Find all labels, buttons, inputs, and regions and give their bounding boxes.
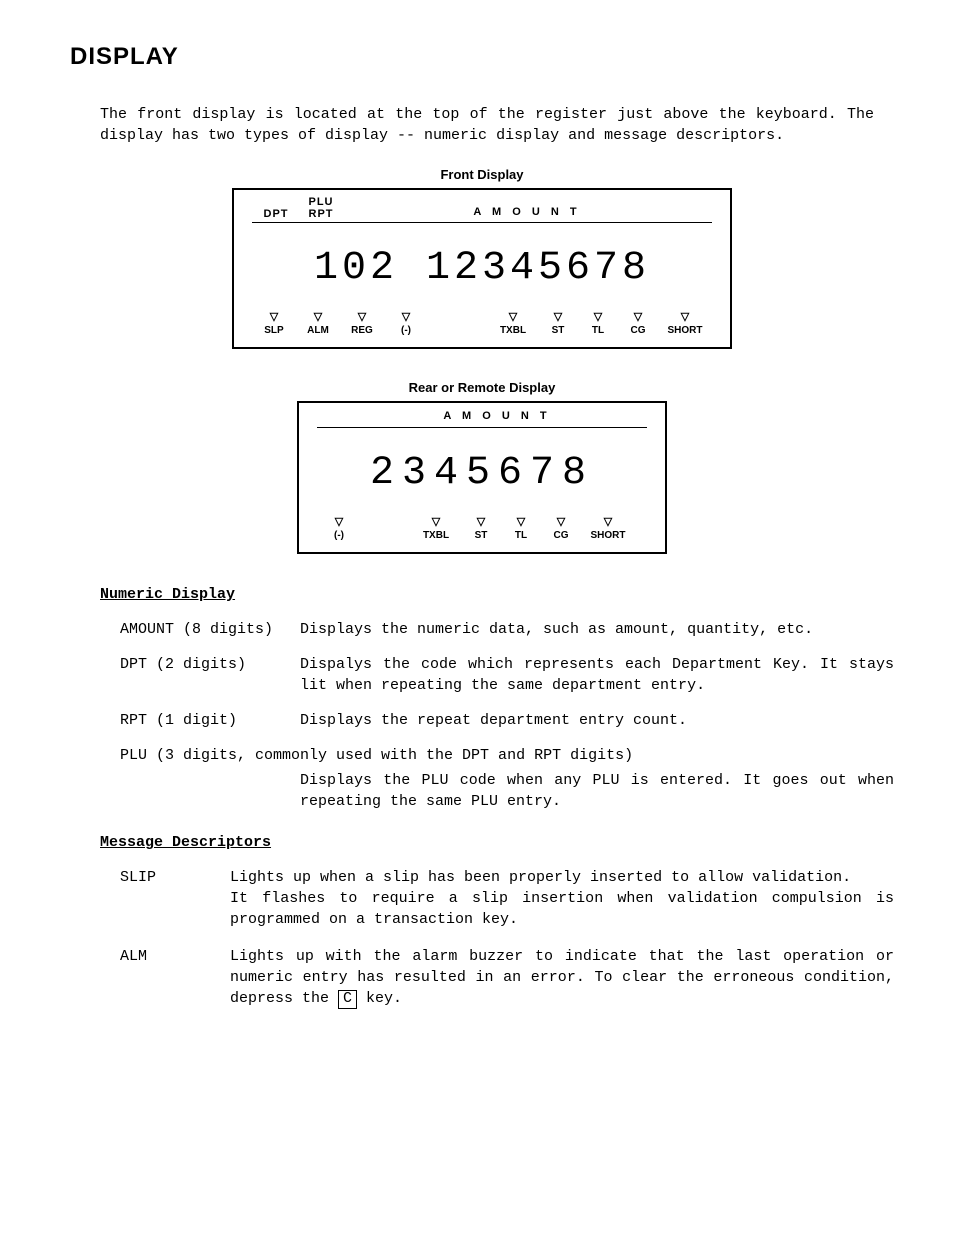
hdr-amount: A M O U N T — [342, 205, 712, 220]
indicator: ▽ST — [538, 311, 578, 337]
indicator: ▽SHORT — [658, 311, 712, 337]
front-caption: Front Display — [70, 166, 894, 184]
intro-paragraph: The front display is located at the top … — [100, 104, 874, 146]
hdr-rpt: RPT — [309, 208, 334, 220]
numeric-table: AMOUNT (8 digits) Displays the numeric d… — [120, 619, 894, 812]
front-indicator-row: ▽SLP▽ALM▽REG▽(-)▽TXBL▽ST▽TL▽CG▽SHORT — [252, 311, 712, 337]
indicator: ▽ALM — [296, 311, 340, 337]
indicator: ▽ST — [461, 516, 501, 542]
msg-desc: Lights up with the alarm buzzer to indic… — [230, 946, 894, 1009]
num-desc: Displays the repeat department entry cou… — [300, 710, 894, 731]
indicator: ▽CG — [541, 516, 581, 542]
triangle-down-icon: ▽ — [681, 311, 689, 325]
num-desc: Displays the numeric data, such as amoun… — [300, 619, 894, 640]
indicator-label: ST — [475, 530, 488, 543]
msg-term: ALM — [120, 946, 230, 1009]
triangle-down-icon: ▽ — [358, 311, 366, 325]
num-row: RPT (1 digit) Displays the repeat depart… — [120, 710, 894, 731]
msg-row: ALM Lights up with the alarm buzzer to i… — [120, 946, 894, 1009]
indicator: ▽TL — [578, 311, 618, 337]
rear-display-box: A M O U N T 2345678 ▽(-)▽TXBL▽ST▽TL▽CG▽S… — [297, 401, 667, 554]
num-term: RPT (1 digit) — [120, 710, 300, 731]
triangle-down-icon: ▽ — [509, 311, 517, 325]
triangle-down-icon: ▽ — [477, 516, 485, 530]
indicator-label: TL — [515, 530, 527, 543]
indicator: ▽CG — [618, 311, 658, 337]
hdr-plu: PLU — [309, 196, 334, 208]
num-row: AMOUNT (8 digits) Displays the numeric d… — [120, 619, 894, 640]
num-desc: Dispalys the code which represents each … — [300, 654, 894, 696]
rear-digits: 2345678 — [317, 446, 647, 502]
rear-header-row: A M O U N T — [317, 409, 647, 427]
front-header-row: DPT PLU RPT A M O U N T — [252, 196, 712, 223]
hdr-dpt: DPT — [264, 208, 289, 220]
indicator-label: SLP — [264, 325, 283, 338]
plu-desc: Displays the PLU code when any PLU is en… — [300, 770, 894, 812]
indicator: ▽TXBL — [411, 516, 461, 542]
message-heading: Message Descriptors — [100, 832, 894, 853]
triangle-down-icon: ▽ — [634, 311, 642, 325]
indicator-label: CG — [554, 530, 569, 543]
indicator: ▽TL — [501, 516, 541, 542]
msg-row: SLIP Lights up when a slip has been prop… — [120, 867, 894, 930]
indicator: ▽TXBL — [488, 311, 538, 337]
alm-pre: Lights up with the alarm buzzer to indic… — [230, 948, 894, 1007]
indicator: ▽SLP — [252, 311, 296, 337]
triangle-down-icon: ▽ — [335, 516, 343, 530]
num-term: AMOUNT (8 digits) — [120, 619, 300, 640]
triangle-down-icon: ▽ — [432, 516, 440, 530]
message-table: SLIP Lights up when a slip has been prop… — [120, 867, 894, 1009]
indicator-label: SHORT — [668, 325, 703, 338]
indicator — [428, 311, 488, 337]
triangle-down-icon: ▽ — [402, 311, 410, 325]
indicator-label: (-) — [334, 530, 344, 543]
front-digits: 102 12345678 — [252, 241, 712, 297]
num-term: DPT (2 digits) — [120, 654, 300, 696]
triangle-down-icon: ▽ — [594, 311, 602, 325]
num-term-empty — [120, 770, 300, 812]
triangle-down-icon: ▽ — [314, 311, 322, 325]
hdr-amount-rear: A M O U N T — [317, 409, 647, 424]
triangle-down-icon: ▽ — [557, 516, 565, 530]
triangle-down-icon: ▽ — [554, 311, 562, 325]
indicator: ▽(-) — [384, 311, 428, 337]
indicator — [361, 516, 411, 542]
indicator-label: TXBL — [500, 325, 526, 338]
alm-post: key. — [357, 990, 402, 1007]
triangle-down-icon: ▽ — [604, 516, 612, 530]
indicator: ▽REG — [340, 311, 384, 337]
rear-indicator-row: ▽(-)▽TXBL▽ST▽TL▽CG▽SHORT — [317, 516, 647, 542]
triangle-down-icon: ▽ — [517, 516, 525, 530]
indicator-label: CG — [631, 325, 646, 338]
indicator: ▽(-) — [317, 516, 361, 542]
num-row: DPT (2 digits) Dispalys the code which r… — [120, 654, 894, 696]
triangle-down-icon: ▽ — [270, 311, 278, 325]
rear-caption: Rear or Remote Display — [70, 379, 894, 397]
indicator-label: (-) — [401, 325, 411, 338]
msg-desc: Lights up when a slip has been properly … — [230, 867, 894, 930]
c-keycap: C — [338, 990, 357, 1009]
indicator-label: ALM — [307, 325, 329, 338]
indicator-label: TL — [592, 325, 604, 338]
indicator-label: TXBL — [423, 530, 449, 543]
front-display-box: DPT PLU RPT A M O U N T 102 12345678 ▽SL… — [232, 188, 732, 349]
indicator-label: ST — [552, 325, 565, 338]
page-title: DISPLAY — [70, 40, 894, 74]
indicator-label: SHORT — [591, 530, 626, 543]
msg-term: SLIP — [120, 867, 230, 930]
numeric-heading: Numeric Display — [100, 584, 894, 605]
indicator: ▽SHORT — [581, 516, 635, 542]
indicator-label: REG — [351, 325, 373, 338]
num-row: Displays the PLU code when any PLU is en… — [120, 770, 894, 812]
plu-term: PLU (3 digits, commonly used with the DP… — [120, 745, 894, 766]
